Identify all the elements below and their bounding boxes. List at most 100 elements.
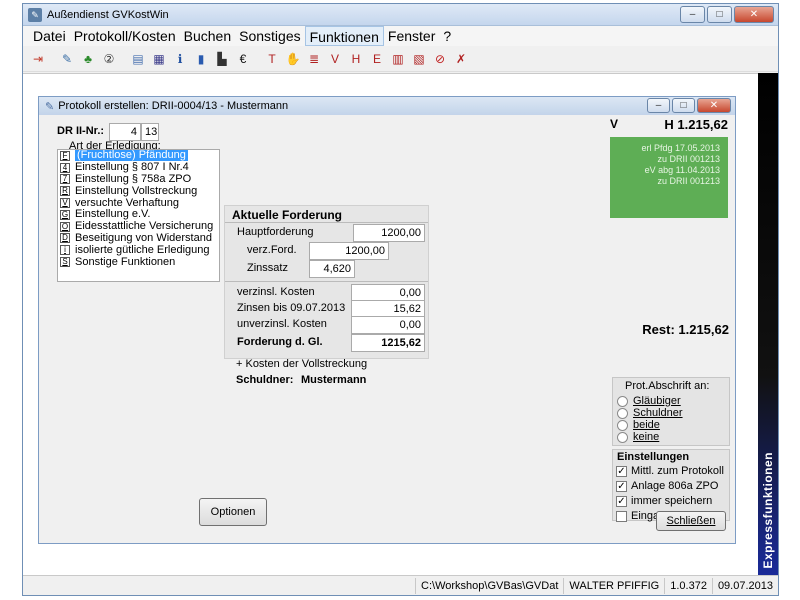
forderung-total-value: 1215,62 (351, 334, 425, 352)
status-user: WALTER PFIFFIG (563, 577, 664, 594)
erledigung-item[interactable]: G Einstellung e.V. (58, 209, 219, 221)
form-t-icon[interactable]: T (263, 50, 281, 68)
erledigung-item-label: Beseitigung von Widerstand (75, 231, 212, 244)
express-functions-label: Expressfunktionen (761, 452, 775, 569)
menu-fenster[interactable]: Fenster (384, 26, 439, 46)
erledigung-item[interactable]: R Einstellung Vollstreckung (58, 185, 219, 197)
menu-buchen[interactable]: Buchen (180, 26, 235, 46)
form-image-icon[interactable]: ▧ (410, 50, 428, 68)
handshake-icon[interactable]: ✋ (284, 50, 302, 68)
radio-schuldner[interactable]: Schuldner (617, 407, 683, 419)
maximize-button[interactable]: □ (707, 6, 732, 23)
erledigung-history-box: erl Pfdg 17.05.2013 zu DRII 001213 eV ab… (610, 137, 728, 218)
history-line: erl Pfdg 17.05.2013 (641, 143, 720, 153)
forderung-panel: Aktuelle Forderung Hauptforderung 1200,0… (224, 205, 429, 359)
child-minimize-button[interactable]: – (647, 98, 670, 113)
radio-glaeubiger[interactable]: Gläubiger (617, 395, 681, 407)
number-two-icon[interactable]: ② (100, 50, 118, 68)
erledigung-list[interactable]: F (Fruchtlose) Pfändung 4 Einstellung § 807… (57, 149, 220, 282)
erledigung-item[interactable]: 7 Einstellung § 758a ZPO (58, 172, 219, 186)
history-line: zu DRII 001213 (657, 176, 720, 186)
kosten-note: + Kosten der Vollstreckung (236, 358, 368, 370)
menu-funktionen[interactable]: Funktionen (304, 26, 384, 46)
edit-pen-icon[interactable]: ✎ (58, 50, 76, 68)
check-immer-speichern[interactable]: ✓ immer speichern (616, 495, 712, 507)
cancel-x-icon[interactable]: ✗ (452, 50, 470, 68)
erledigung-item[interactable]: O Eidesstattliche Versicherung (58, 221, 219, 233)
radio-keine[interactable]: keine (617, 431, 659, 443)
no-entry-icon[interactable]: ⊘ (431, 50, 449, 68)
child-maximize-button[interactable]: □ (672, 98, 695, 113)
printer-icon[interactable]: ▙ (213, 50, 231, 68)
erledigung-item-label: Eidesstattliche Versicherung (75, 220, 214, 233)
window-title: Außendienst GVKostWin (47, 8, 169, 21)
minimize-button[interactable]: – (680, 6, 705, 23)
check-mittl-protokoll[interactable]: ✓ Mittl. zum Protokoll (616, 465, 724, 477)
form-ev-icon[interactable]: E (368, 50, 386, 68)
protokoll-icon: ✎ (45, 100, 55, 113)
form-doc-icon[interactable]: ▥ (389, 50, 407, 68)
express-functions-strip[interactable]: Expressfunktionen (758, 73, 778, 577)
menu-help[interactable]: ? (439, 26, 455, 46)
unverzinsl-kosten-value[interactable]: 0,00 (351, 316, 425, 334)
status-bar: C:\Workshop\GVBas\GVDat WALTER PFIFFIG 1… (23, 575, 778, 595)
optionen-button[interactable]: Optionen (199, 498, 267, 526)
erledigung-item-label: isolierte gütliche Erledigung (75, 243, 210, 256)
menu-datei[interactable]: Datei (29, 26, 70, 46)
erledigung-item[interactable]: S Sonstige Funktionen (58, 256, 219, 268)
shortcut-key: S (60, 257, 70, 268)
forderung-total-label: Forderung d. Gl. (237, 336, 323, 348)
check-anlage-806a[interactable]: ✓ Anlage 806a ZPO (616, 480, 718, 492)
main-window: ✎ Außendienst GVKostWin – □ ✕ Datei Prot… (22, 3, 779, 596)
form-list-icon[interactable]: ≣ (305, 50, 323, 68)
menu-bar: Datei Protokoll/Kosten Buchen Sonstiges … (23, 26, 778, 46)
form-hb-icon[interactable]: H (347, 50, 365, 68)
form-va-icon[interactable]: V (326, 50, 344, 68)
mdi-workspace: ✎ Protokoll erstellen: DRII-0004/13 - Mu… (23, 73, 758, 577)
schliessen-button[interactable]: Schließen (656, 511, 726, 531)
shortcut-key: F (60, 150, 70, 161)
abschrift-title: Prot.Abschrift an: (625, 380, 710, 392)
close-button[interactable]: ✕ (734, 6, 774, 23)
erledigung-item[interactable]: F (Fruchtlose) Pfändung (58, 150, 219, 162)
euro-icon[interactable]: € (234, 50, 252, 68)
protokoll-window: ✎ Protokoll erstellen: DRII-0004/13 - Mu… (38, 96, 736, 544)
menu-protokoll-kosten[interactable]: Protokoll/Kosten (70, 26, 180, 46)
shortcut-key: R (60, 186, 70, 197)
shortcut-key: D (60, 233, 70, 244)
document-icon[interactable]: ▤ (129, 50, 147, 68)
dr-year-input[interactable]: 13 (141, 123, 159, 141)
book-icon[interactable]: ▮ (192, 50, 210, 68)
shortcut-key: O (60, 221, 70, 232)
shortcut-key: i (60, 245, 70, 256)
radio-circle (617, 431, 628, 443)
info-icon[interactable]: ℹ (171, 50, 189, 68)
erledigung-item[interactable]: Vversuchte Verhaftung (58, 197, 219, 209)
exit-door-icon[interactable]: ⇥ (29, 50, 47, 68)
hauptforderung-label: Hauptforderung (237, 226, 314, 238)
erledigung-item[interactable]: 4 Einstellung § 807 I Nr.4 (58, 162, 219, 174)
child-close-button[interactable]: ✕ (697, 98, 731, 113)
verz-ford-value[interactable]: 1200,00 (309, 242, 389, 260)
hauptforderung-value[interactable]: 1200,00 (353, 224, 425, 242)
erledigung-item[interactable]: D Beseitigung von Widerstand (58, 231, 219, 245)
status-version: 1.0.372 (664, 577, 712, 594)
erledigung-item-label: Einstellung § 807 I Nr.4 (75, 161, 189, 174)
zinsen-label: Zinsen bis 09.07.2013 (237, 302, 346, 314)
tree-icon[interactable]: ♣ (79, 50, 97, 68)
calendar-icon[interactable]: ▦ (150, 50, 168, 68)
zinssatz-value[interactable]: 4,620 (309, 260, 355, 278)
toolbar: ⇥ ✎ ♣ ② ▤ ▦ ℹ ▮ ▙ € T ✋ ≣ V H E ▥ ▧ ⊘ ✗ (23, 46, 778, 72)
window-controls: – □ ✕ (680, 6, 774, 23)
dr-number-input[interactable]: 4 (109, 123, 141, 141)
erledigung-item-label: Sonstige Funktionen (75, 255, 176, 268)
erledigung-item[interactable]: i isolierte gütliche Erledigung (58, 244, 219, 256)
history-line: eV abg 11.04.2013 (644, 165, 720, 175)
menu-sonstiges[interactable]: Sonstiges (235, 26, 304, 46)
erledigung-item-label: Einstellung § 758a ZPO (75, 172, 192, 185)
dr-number-label: DR II-Nr.: (57, 125, 105, 137)
radio-beide[interactable]: beide (617, 419, 660, 431)
schuldner-label: Schuldner: (236, 374, 294, 386)
erledigung-item-label: Einstellung e.V. (75, 208, 151, 221)
radio-circle (617, 407, 628, 419)
